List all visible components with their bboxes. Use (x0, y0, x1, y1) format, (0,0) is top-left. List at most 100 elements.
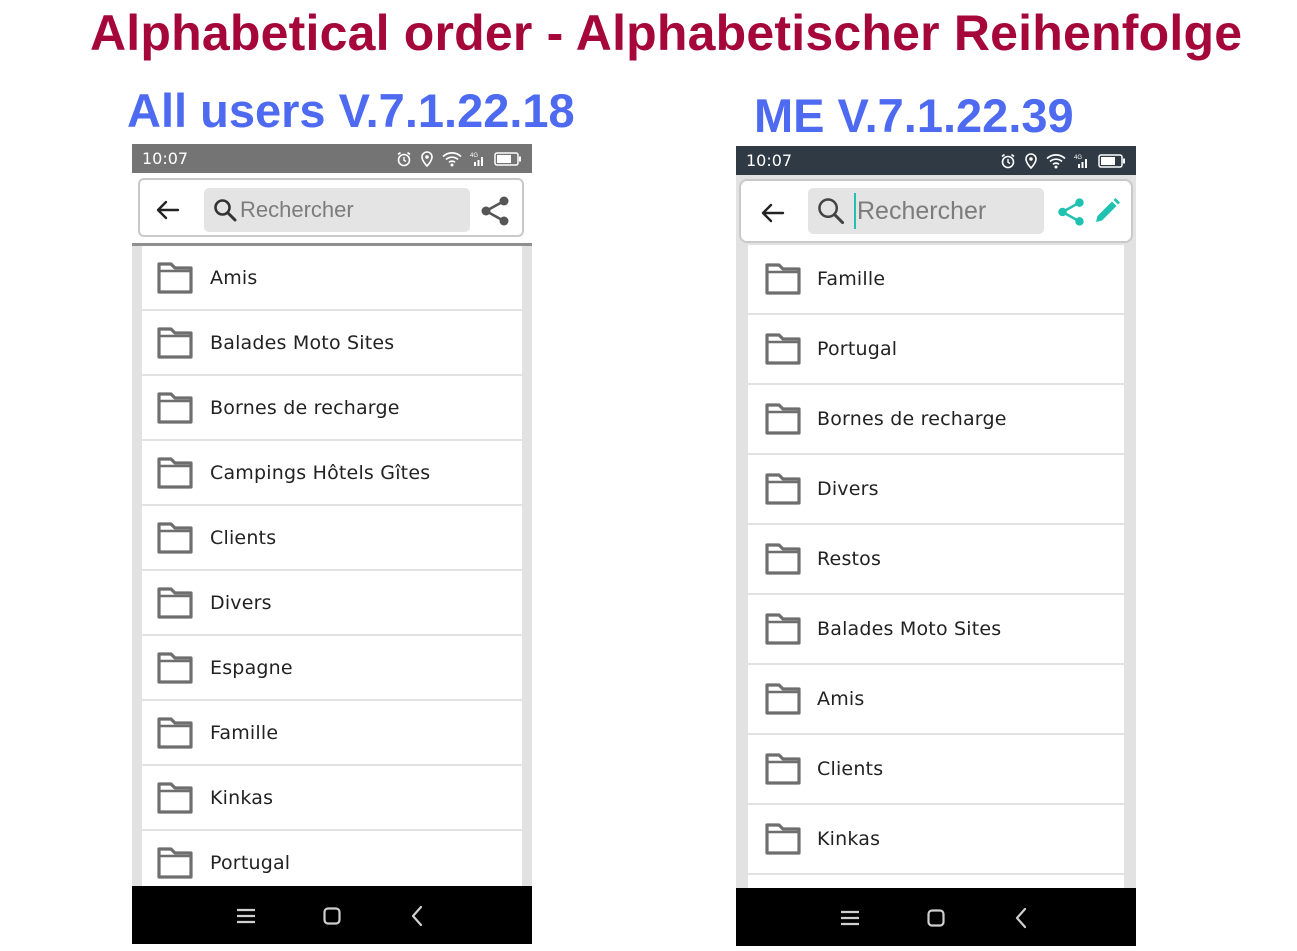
list-item[interactable]: Clients (142, 506, 522, 569)
folder-icon (157, 846, 193, 879)
folder-label: Amis (817, 688, 865, 710)
list-item[interactable]: Clients (748, 735, 1124, 803)
folder-label: Famille (210, 721, 279, 744)
folder-icon (157, 521, 193, 554)
folder-label: Clients (210, 526, 277, 549)
folder-list: Amis Balades Moto Sites Bornes de rechar… (142, 246, 522, 896)
system-nav-bar (736, 888, 1136, 946)
folder-label: Kinkas (210, 786, 274, 809)
list-item[interactable]: Famille (142, 701, 522, 764)
search-box[interactable] (204, 188, 470, 232)
share-icon[interactable] (1055, 195, 1087, 229)
location-icon (1025, 152, 1037, 169)
edit-pencil-icon[interactable] (1091, 195, 1123, 227)
list-item[interactable]: Espagne (142, 636, 522, 699)
folder-label: Portugal (817, 338, 898, 360)
folder-icon (765, 683, 801, 715)
status-bar: 10:07 4G (736, 146, 1136, 175)
list-item[interactable]: Portugal (142, 831, 522, 894)
folder-icon (765, 823, 801, 855)
right-panel-heading: ME V.7.1.22.39 (754, 89, 1074, 142)
list-item[interactable]: Divers (142, 571, 522, 634)
list-item[interactable]: Balades Moto Sites (142, 311, 522, 374)
search-input[interactable] (854, 193, 1057, 229)
list-item[interactable]: Bornes de recharge (748, 385, 1124, 453)
folder-icon (157, 391, 193, 424)
back-icon[interactable] (404, 902, 432, 930)
svg-text:4G: 4G (1074, 155, 1082, 161)
back-arrow-icon[interactable] (759, 199, 787, 227)
signal-4g-icon: 4G (470, 153, 483, 166)
home-icon[interactable] (318, 902, 346, 930)
toolbar (736, 175, 1136, 245)
folder-icon (765, 263, 801, 295)
folder-icon (157, 781, 193, 814)
toolbar-card (138, 178, 524, 237)
list-item[interactable]: Amis (142, 246, 522, 309)
home-icon[interactable] (922, 904, 950, 932)
search-icon (214, 199, 237, 222)
folder-icon (157, 326, 193, 359)
location-icon (421, 150, 433, 167)
folder-label: Famille (817, 268, 886, 290)
back-icon[interactable] (1008, 904, 1036, 932)
folder-label: Balades Moto Sites (817, 618, 1002, 640)
back-arrow-icon[interactable] (154, 196, 182, 224)
list-item[interactable]: Kinkas (142, 766, 522, 829)
wifi-icon (442, 151, 462, 166)
list-item[interactable]: Balades Moto Sites (748, 595, 1124, 663)
folder-label: Bornes de recharge (210, 396, 400, 419)
svg-text:4G: 4G (470, 153, 478, 159)
status-bar: 10:07 4G (132, 144, 532, 173)
search-box[interactable] (808, 188, 1057, 234)
page-title: Alphabetical order - Alphabetischer Reih… (90, 5, 1243, 61)
folder-icon (157, 261, 193, 294)
folder-label: Portugal (210, 851, 291, 874)
left-panel-heading: All users V.7.1.22.18 (127, 84, 575, 137)
folder-label: Espagne (210, 656, 293, 679)
list-item[interactable]: Famille (748, 245, 1124, 313)
folder-icon (157, 716, 193, 749)
folder-label: Balades Moto Sites (210, 331, 395, 354)
folder-icon (765, 543, 801, 575)
folder-label: Restos (817, 548, 882, 570)
folder-icon (157, 456, 193, 489)
status-time: 10:07 (746, 151, 793, 170)
list-item[interactable]: Divers (748, 455, 1124, 523)
alarm-icon (1001, 153, 1015, 168)
folder-label: Amis (210, 266, 258, 289)
folder-label: Divers (210, 591, 272, 614)
wifi-icon (1046, 153, 1066, 168)
folder-icon (765, 613, 801, 645)
list-item[interactable]: Campings Hôtels Gîtes (142, 441, 522, 504)
share-icon[interactable] (478, 194, 512, 228)
left-phone-screenshot: 10:07 4G Amis Balades Moto Sites Bornes … (132, 144, 532, 944)
list-item[interactable]: Amis (748, 665, 1124, 733)
folder-icon (765, 473, 801, 505)
search-input[interactable] (240, 197, 440, 223)
folder-icon (765, 403, 801, 435)
system-nav-bar (132, 886, 532, 944)
folder-label: Kinkas (817, 828, 881, 850)
battery-icon (1098, 153, 1125, 168)
battery-icon (494, 151, 521, 166)
toolbar-card (739, 179, 1133, 243)
list-item[interactable]: Restos (748, 525, 1124, 593)
toolbar (132, 173, 532, 246)
folder-icon (157, 651, 193, 684)
list-item[interactable]: Portugal (748, 315, 1124, 383)
signal-4g-icon: 4G (1074, 155, 1087, 168)
folder-icon (765, 753, 801, 785)
folder-list: Famille Portugal Bornes de recharge Dive… (748, 245, 1124, 945)
folder-label: Clients (817, 758, 884, 780)
alarm-icon (397, 151, 411, 166)
search-icon (818, 198, 845, 225)
folder-label: Bornes de recharge (817, 408, 1007, 430)
menu-icon[interactable] (836, 904, 864, 932)
folder-label: Campings Hôtels Gîtes (210, 461, 431, 484)
menu-icon[interactable] (232, 902, 260, 930)
list-item[interactable]: Bornes de recharge (142, 376, 522, 439)
status-time: 10:07 (142, 149, 189, 168)
folder-icon (157, 586, 193, 619)
list-item[interactable]: Kinkas (748, 805, 1124, 873)
